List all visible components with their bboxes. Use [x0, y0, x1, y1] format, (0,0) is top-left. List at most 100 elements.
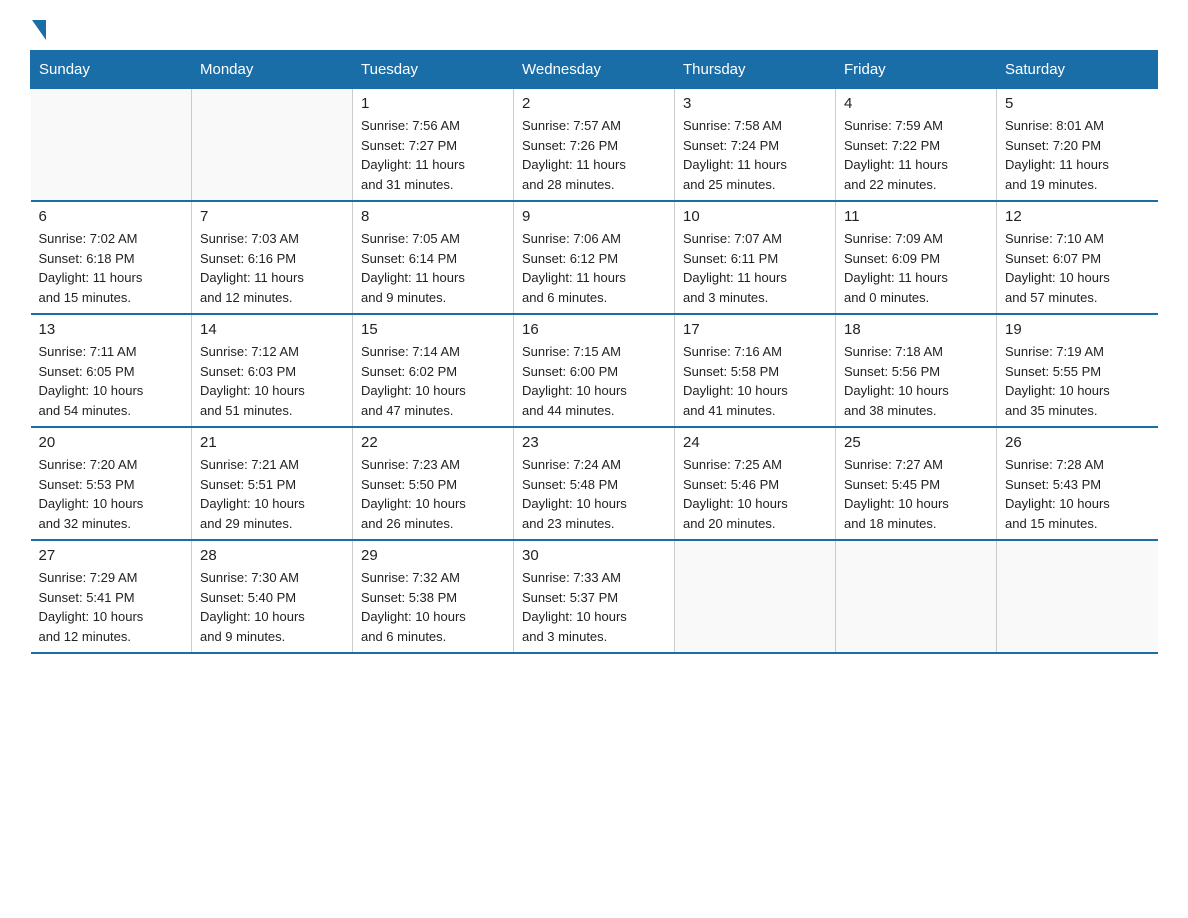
day-info: Sunrise: 7:24 AM Sunset: 5:48 PM Dayligh…	[522, 455, 666, 533]
calendar-cell: 9 Sunrise: 7:06 AM Sunset: 6:12 PM Daylig…	[514, 201, 675, 314]
calendar-cell: 16 Sunrise: 7:15 AM Sunset: 6:00 PM Dayli…	[514, 314, 675, 427]
day-info: Sunrise: 7:29 AM Sunset: 5:41 PM Dayligh…	[39, 568, 184, 646]
calendar-table: SundayMondayTuesdayWednesdayThursdayFrid…	[30, 50, 1158, 654]
day-number: 1	[361, 95, 505, 112]
header-monday: Monday	[192, 51, 353, 89]
day-info: Sunrise: 7:15 AM Sunset: 6:00 PM Dayligh…	[522, 342, 666, 420]
day-info: Sunrise: 7:33 AM Sunset: 5:37 PM Dayligh…	[522, 568, 666, 646]
day-number: 16	[522, 321, 666, 338]
day-info: Sunrise: 7:32 AM Sunset: 5:38 PM Dayligh…	[361, 568, 505, 646]
day-number: 5	[1005, 95, 1150, 112]
day-number: 20	[39, 434, 184, 451]
calendar-cell: 25 Sunrise: 7:27 AM Sunset: 5:45 PM Dayli…	[836, 427, 997, 540]
day-info: Sunrise: 7:18 AM Sunset: 5:56 PM Dayligh…	[844, 342, 988, 420]
week-row-5: 27 Sunrise: 7:29 AM Sunset: 5:41 PM Dayli…	[31, 540, 1158, 653]
day-info: Sunrise: 7:11 AM Sunset: 6:05 PM Dayligh…	[39, 342, 184, 420]
calendar-cell: 12 Sunrise: 7:10 AM Sunset: 6:07 PM Dayli…	[997, 201, 1158, 314]
header-sunday: Sunday	[31, 51, 192, 89]
day-number: 10	[683, 208, 827, 225]
calendar-cell: 21Sunrise: 7:21 AM Sunset: 5:51 PM Dayli…	[192, 427, 353, 540]
day-info: Sunrise: 7:27 AM Sunset: 5:45 PM Dayligh…	[844, 455, 988, 533]
day-info: Sunrise: 7:14 AM Sunset: 6:02 PM Dayligh…	[361, 342, 505, 420]
day-number: 25	[844, 434, 988, 451]
header-saturday: Saturday	[997, 51, 1158, 89]
calendar-cell: 8 Sunrise: 7:05 AM Sunset: 6:14 PM Daylig…	[353, 201, 514, 314]
calendar-cell	[836, 540, 997, 653]
day-info: Sunrise: 7:59 AM Sunset: 7:22 PM Dayligh…	[844, 116, 988, 194]
day-number: 28	[200, 547, 344, 564]
day-number: 12	[1005, 208, 1150, 225]
day-number: 9	[522, 208, 666, 225]
day-info: Sunrise: 7:05 AM Sunset: 6:14 PM Dayligh…	[361, 229, 505, 307]
day-number: 26	[1005, 434, 1150, 451]
calendar-cell: 30Sunrise: 7:33 AM Sunset: 5:37 PM Dayli…	[514, 540, 675, 653]
day-info: Sunrise: 7:28 AM Sunset: 5:43 PM Dayligh…	[1005, 455, 1150, 533]
day-info: Sunrise: 7:23 AM Sunset: 5:50 PM Dayligh…	[361, 455, 505, 533]
logo	[30, 20, 48, 40]
calendar-cell: 28 Sunrise: 7:30 AM Sunset: 5:40 PM Dayli…	[192, 540, 353, 653]
day-info: Sunrise: 7:10 AM Sunset: 6:07 PM Dayligh…	[1005, 229, 1150, 307]
calendar-cell: 27 Sunrise: 7:29 AM Sunset: 5:41 PM Dayli…	[31, 540, 192, 653]
calendar-body: 1 Sunrise: 7:56 AM Sunset: 7:27 PM Daylig…	[31, 89, 1158, 654]
day-number: 23	[522, 434, 666, 451]
calendar-header: SundayMondayTuesdayWednesdayThursdayFrid…	[31, 51, 1158, 89]
day-info: Sunrise: 7:07 AM Sunset: 6:11 PM Dayligh…	[683, 229, 827, 307]
day-number: 21	[200, 434, 344, 451]
day-info: Sunrise: 7:58 AM Sunset: 7:24 PM Dayligh…	[683, 116, 827, 194]
calendar-cell: 18Sunrise: 7:18 AM Sunset: 5:56 PM Dayli…	[836, 314, 997, 427]
calendar-cell: 24 Sunrise: 7:25 AM Sunset: 5:46 PM Dayli…	[675, 427, 836, 540]
header-wednesday: Wednesday	[514, 51, 675, 89]
header-tuesday: Tuesday	[353, 51, 514, 89]
day-info: Sunrise: 7:30 AM Sunset: 5:40 PM Dayligh…	[200, 568, 344, 646]
page-header	[30, 20, 1158, 40]
calendar-cell: 6Sunrise: 7:02 AM Sunset: 6:18 PM Daylig…	[31, 201, 192, 314]
calendar-cell: 14 Sunrise: 7:12 AM Sunset: 6:03 PM Dayli…	[192, 314, 353, 427]
calendar-cell: 23 Sunrise: 7:24 AM Sunset: 5:48 PM Dayli…	[514, 427, 675, 540]
day-info: Sunrise: 7:20 AM Sunset: 5:53 PM Dayligh…	[39, 455, 184, 533]
day-info: Sunrise: 8:01 AM Sunset: 7:20 PM Dayligh…	[1005, 116, 1150, 194]
calendar-cell: 17 Sunrise: 7:16 AM Sunset: 5:58 PM Dayli…	[675, 314, 836, 427]
header-friday: Friday	[836, 51, 997, 89]
day-info: Sunrise: 7:25 AM Sunset: 5:46 PM Dayligh…	[683, 455, 827, 533]
calendar-cell: 4 Sunrise: 7:59 AM Sunset: 7:22 PM Daylig…	[836, 89, 997, 202]
day-number: 22	[361, 434, 505, 451]
day-number: 15	[361, 321, 505, 338]
day-info: Sunrise: 7:56 AM Sunset: 7:27 PM Dayligh…	[361, 116, 505, 194]
day-number: 27	[39, 547, 184, 564]
calendar-cell: 7Sunrise: 7:03 AM Sunset: 6:16 PM Daylig…	[192, 201, 353, 314]
day-number: 17	[683, 321, 827, 338]
day-info: Sunrise: 7:12 AM Sunset: 6:03 PM Dayligh…	[200, 342, 344, 420]
day-number: 8	[361, 208, 505, 225]
day-number: 7	[200, 208, 344, 225]
day-number: 6	[39, 208, 184, 225]
calendar-cell: 19 Sunrise: 7:19 AM Sunset: 5:55 PM Dayli…	[997, 314, 1158, 427]
day-number: 29	[361, 547, 505, 564]
day-number: 4	[844, 95, 988, 112]
day-number: 13	[39, 321, 184, 338]
day-number: 14	[200, 321, 344, 338]
day-info: Sunrise: 7:19 AM Sunset: 5:55 PM Dayligh…	[1005, 342, 1150, 420]
calendar-cell: 3 Sunrise: 7:58 AM Sunset: 7:24 PM Daylig…	[675, 89, 836, 202]
day-number: 19	[1005, 321, 1150, 338]
header-thursday: Thursday	[675, 51, 836, 89]
day-number: 11	[844, 208, 988, 225]
calendar-cell: 26 Sunrise: 7:28 AM Sunset: 5:43 PM Dayli…	[997, 427, 1158, 540]
day-info: Sunrise: 7:16 AM Sunset: 5:58 PM Dayligh…	[683, 342, 827, 420]
calendar-cell: 1 Sunrise: 7:56 AM Sunset: 7:27 PM Daylig…	[353, 89, 514, 202]
header-row: SundayMondayTuesdayWednesdayThursdayFrid…	[31, 51, 1158, 89]
week-row-1: 1 Sunrise: 7:56 AM Sunset: 7:27 PM Daylig…	[31, 89, 1158, 202]
calendar-cell: 2 Sunrise: 7:57 AM Sunset: 7:26 PM Daylig…	[514, 89, 675, 202]
calendar-cell: 20 Sunrise: 7:20 AM Sunset: 5:53 PM Dayli…	[31, 427, 192, 540]
day-number: 2	[522, 95, 666, 112]
week-row-4: 20 Sunrise: 7:20 AM Sunset: 5:53 PM Dayli…	[31, 427, 1158, 540]
day-info: Sunrise: 7:06 AM Sunset: 6:12 PM Dayligh…	[522, 229, 666, 307]
week-row-2: 6Sunrise: 7:02 AM Sunset: 6:18 PM Daylig…	[31, 201, 1158, 314]
day-number: 24	[683, 434, 827, 451]
calendar-cell	[675, 540, 836, 653]
day-number: 3	[683, 95, 827, 112]
day-info: Sunrise: 7:57 AM Sunset: 7:26 PM Dayligh…	[522, 116, 666, 194]
calendar-cell	[31, 89, 192, 202]
calendar-cell	[997, 540, 1158, 653]
logo-arrow-icon	[32, 20, 46, 40]
calendar-cell: 10 Sunrise: 7:07 AM Sunset: 6:11 PM Dayli…	[675, 201, 836, 314]
